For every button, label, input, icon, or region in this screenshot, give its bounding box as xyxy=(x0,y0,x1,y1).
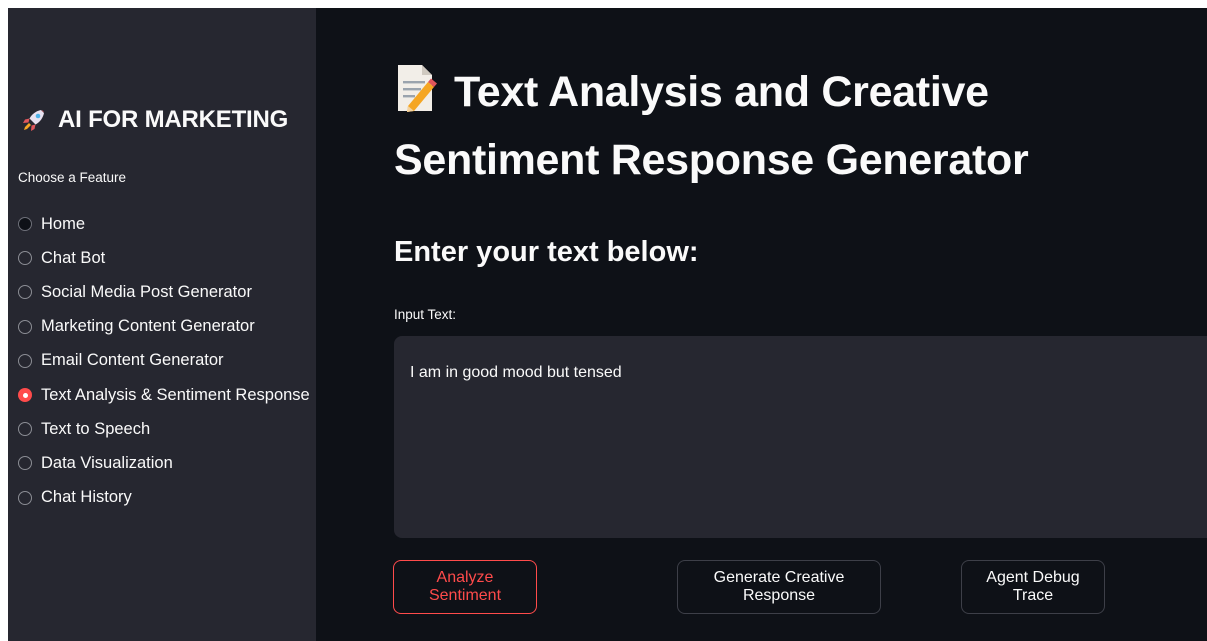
input-text-label: Input Text: xyxy=(394,307,457,322)
radio-unselected-icon[interactable] xyxy=(18,456,32,471)
radio-unselected-icon[interactable] xyxy=(18,251,32,266)
memo-icon xyxy=(398,65,437,112)
app-window: AI FOR MARKETING Choose a Feature Home Ch… xyxy=(8,8,1207,641)
feature-option-home[interactable]: Home xyxy=(18,207,310,241)
sidebar: AI FOR MARKETING Choose a Feature Home Ch… xyxy=(8,8,316,641)
feature-option-label: Home xyxy=(41,214,86,233)
page-title-text: Text Analysis and Creative Sentiment Res… xyxy=(394,68,1029,184)
generate-creative-response-button[interactable]: Generate Creative Response xyxy=(677,560,881,614)
feature-option-label: Text Analysis & Sentiment Response xyxy=(41,385,310,404)
feature-option-data-visualization[interactable]: Data Visualization xyxy=(18,446,310,480)
feature-option-label: Email Content Generator xyxy=(41,351,224,370)
feature-option-chat-history[interactable]: Chat History xyxy=(18,481,310,515)
section-subheader: Enter your text below: xyxy=(394,236,699,268)
agent-debug-trace-button[interactable]: Agent Debug Trace xyxy=(961,560,1105,614)
feature-option-label: Chat History xyxy=(41,488,132,507)
feature-option-text-analysis-and-sentiment-response[interactable]: Text Analysis & Sentiment Response xyxy=(18,378,310,412)
feature-option-email-content-generator[interactable]: Email Content Generator xyxy=(18,344,310,378)
feature-option-social-media-post-generator[interactable]: Social Media Post Generator xyxy=(18,275,310,309)
feature-option-label: Social Media Post Generator xyxy=(41,282,252,301)
sidebar-title: AI FOR MARKETING xyxy=(20,106,288,134)
radio-unselected-icon[interactable] xyxy=(18,490,32,505)
feature-option-label: Marketing Content Generator xyxy=(41,317,255,336)
sidebar-title-text: AI FOR MARKETING xyxy=(58,106,289,133)
choose-feature-label: Choose a Feature xyxy=(18,170,127,185)
radio-unselected-icon[interactable] xyxy=(18,217,32,232)
feature-option-text-to-speech[interactable]: Text to Speech xyxy=(18,412,310,446)
main-content: Text Analysis and Creative Sentiment Res… xyxy=(316,8,1207,641)
analyze-sentiment-button[interactable]: Analyze Sentiment xyxy=(393,560,537,614)
radio-unselected-icon[interactable] xyxy=(18,285,32,300)
radio-unselected-icon[interactable] xyxy=(18,422,32,437)
feature-option-marketing-content-generator[interactable]: Marketing Content Generator xyxy=(18,310,310,344)
input-text-area[interactable]: I am in good mood but tensed xyxy=(394,336,1207,538)
radio-unselected-icon[interactable] xyxy=(18,353,32,368)
radio-unselected-icon[interactable] xyxy=(18,319,32,334)
feature-option-chat-bot[interactable]: Chat Bot xyxy=(18,241,310,275)
feature-option-label: Chat Bot xyxy=(41,248,106,267)
feature-radio-group: Home Chat Bot Social Media Post Generator M… xyxy=(18,207,310,515)
feature-option-label: Data Visualization xyxy=(41,453,173,472)
page-title: Text Analysis and Creative Sentiment Res… xyxy=(394,58,1194,194)
rocket-icon xyxy=(23,110,44,131)
feature-option-label: Text to Speech xyxy=(41,419,151,438)
radio-selected-icon[interactable] xyxy=(18,388,32,403)
